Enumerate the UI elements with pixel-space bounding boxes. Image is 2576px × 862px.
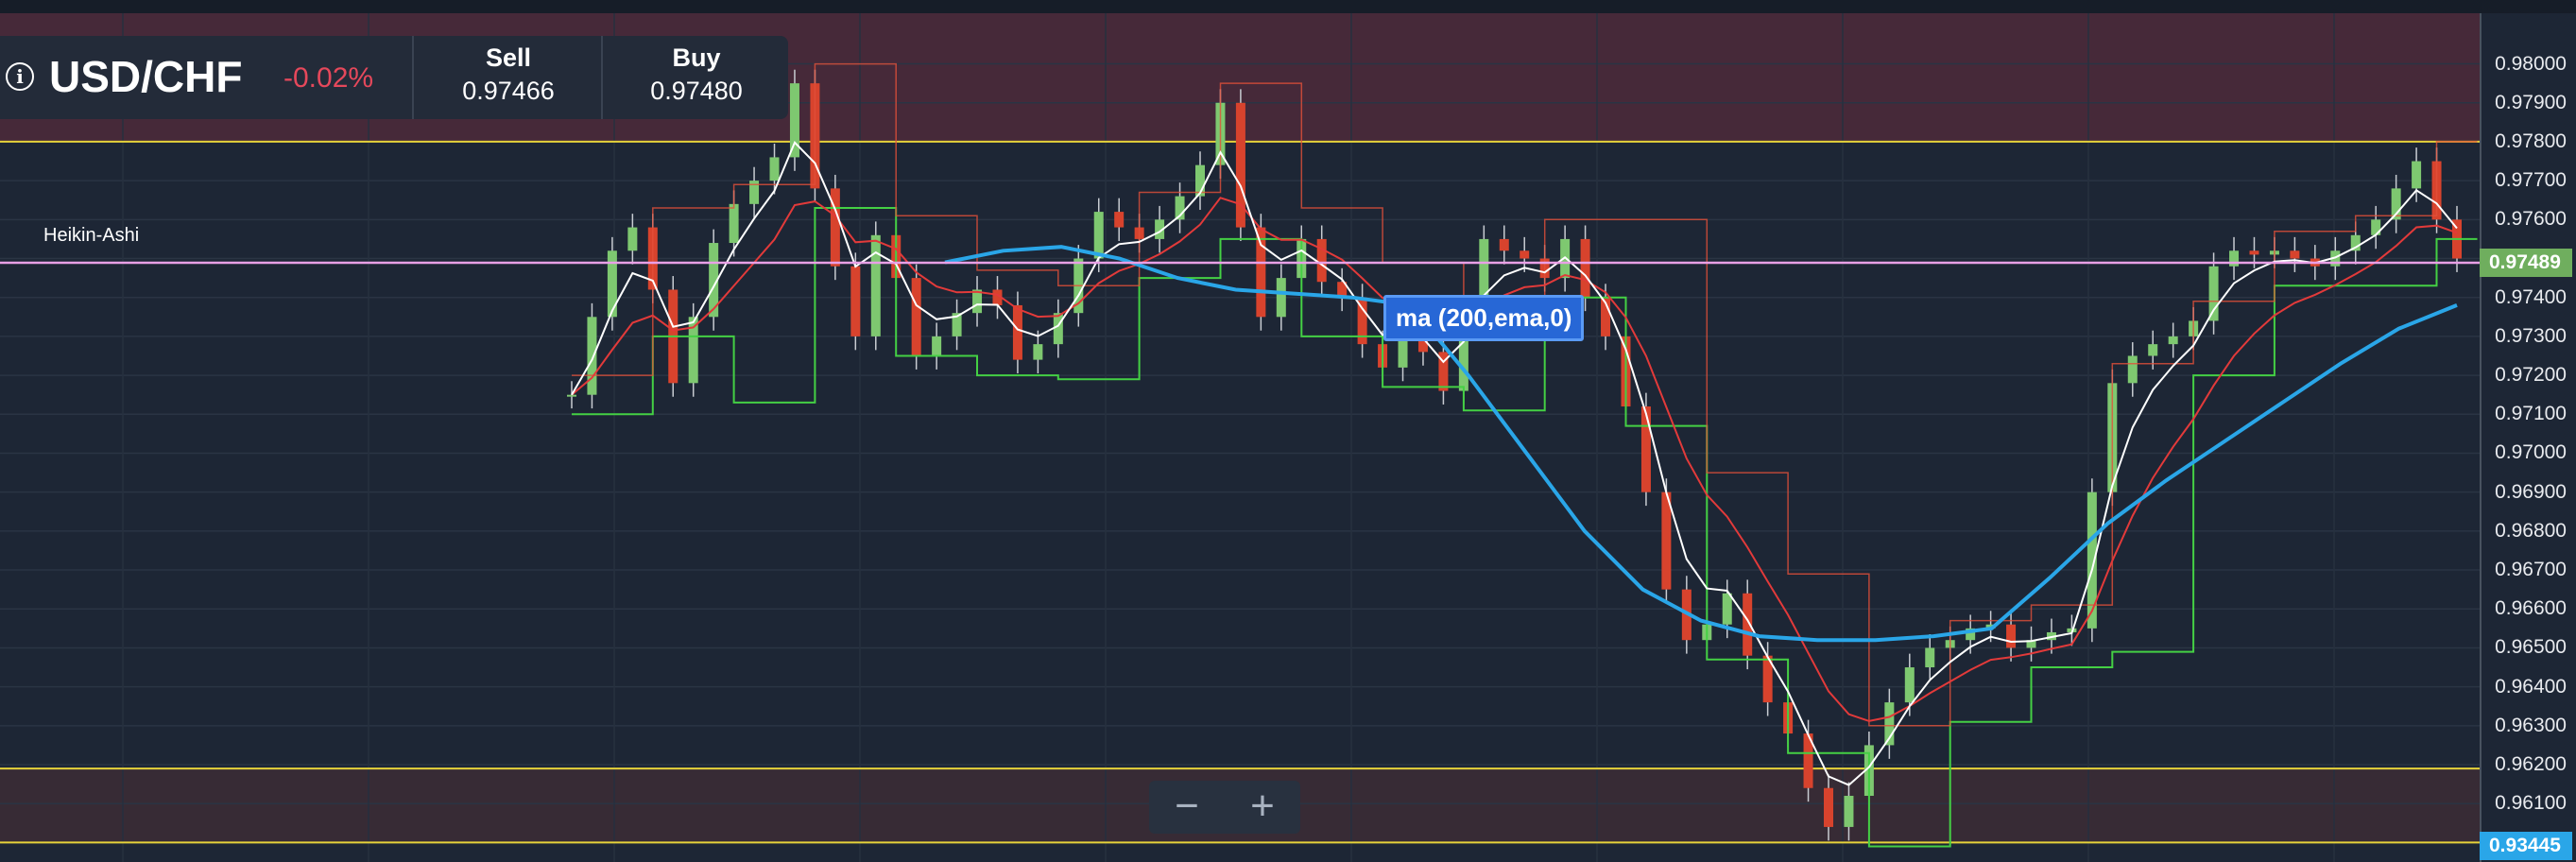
info-icon[interactable]: i (6, 62, 34, 91)
candle (1093, 212, 1104, 259)
candle (1904, 667, 1915, 703)
price-tick-label: 0.96900 (2495, 480, 2567, 503)
price-tick-label: 0.97700 (2495, 169, 2567, 192)
price-tick-label: 0.96500 (2495, 636, 2567, 659)
buy-button[interactable]: Buy 0.97480 (601, 36, 790, 119)
candle (1053, 313, 1063, 345)
candle (1114, 212, 1125, 228)
quote-panel: i USD/CHF -0.02% Sell 0.97466 Buy 0.9748… (0, 36, 788, 119)
price-tick-label: 0.97400 (2495, 285, 2567, 308)
candle (729, 203, 739, 244)
zoom-controls: − + (1149, 781, 1300, 834)
candle (2127, 355, 2138, 384)
candle (2087, 491, 2097, 629)
price-tick-label: 0.97300 (2495, 324, 2567, 347)
candle (932, 336, 942, 356)
buy-label: Buy (672, 43, 721, 72)
zoom-out-button[interactable]: − (1149, 781, 1225, 834)
candle (1256, 227, 1266, 318)
candle (850, 266, 861, 336)
candle (607, 250, 617, 318)
sell-button[interactable]: Sell 0.97466 (412, 36, 603, 119)
candle (2006, 624, 2017, 648)
price-tick-label: 0.97200 (2495, 364, 2567, 387)
price-tick-label: 0.96700 (2495, 559, 2567, 581)
price-tick-label: 0.96200 (2495, 753, 2567, 776)
resistance-step-line (572, 62, 2478, 727)
chart-style-label: Heikin-Ashi (43, 225, 140, 246)
candle (1316, 238, 1327, 283)
price-tick-label: 0.96100 (2495, 792, 2567, 815)
price-axis[interactable]: 0.980000.979000.978000.977000.976000.975… (2480, 13, 2576, 862)
price-tick-label: 0.97900 (2495, 91, 2567, 113)
price-tick-label: 0.96800 (2495, 519, 2567, 542)
ma-indicator-tag[interactable]: ma (200,ema,0) (1383, 295, 1585, 341)
current-price-badge: 0.97489 (2480, 249, 2572, 278)
price-chart[interactable] (0, 0, 2576, 862)
candle (769, 157, 780, 181)
price-tick-label: 0.97800 (2495, 129, 2567, 152)
candle (1276, 278, 1286, 318)
candle (1580, 238, 1590, 298)
price-tick-label: 0.97000 (2495, 441, 2567, 464)
candle (911, 278, 921, 356)
candle (1499, 238, 1509, 251)
candle (2148, 344, 2158, 356)
symbol-title: USD/CHF (49, 52, 243, 101)
candle (2168, 336, 2178, 345)
white-ma-line (571, 141, 2458, 786)
candle (627, 227, 638, 251)
sell-price: 0.97466 (462, 77, 555, 105)
candle (1640, 406, 1651, 492)
buy-price: 0.97480 (650, 77, 743, 105)
candle (1520, 250, 1530, 259)
candle (2208, 266, 2219, 321)
candle (1722, 593, 1732, 625)
candle (2249, 250, 2259, 255)
low-price-badge: 0.93445 (2480, 832, 2572, 860)
price-tick-label: 0.97600 (2495, 208, 2567, 231)
candle (870, 234, 881, 336)
candle (1824, 787, 1833, 827)
candle (1012, 304, 1022, 360)
candle (567, 394, 576, 397)
zoom-in-button[interactable]: + (1225, 781, 1300, 834)
price-tick-label: 0.96400 (2495, 675, 2567, 698)
price-tick-label: 0.96600 (2495, 597, 2567, 620)
price-tick-label: 0.96300 (2495, 714, 2567, 736)
candle (2290, 250, 2300, 259)
price-tick-label: 0.98000 (2495, 52, 2567, 75)
price-change: -0.02% (283, 62, 374, 94)
candle (2412, 161, 2422, 189)
candle (1033, 344, 1043, 360)
candle (1844, 795, 1854, 827)
sell-label: Sell (485, 43, 532, 72)
price-tick-label: 0.97100 (2495, 403, 2567, 425)
candle (587, 317, 597, 395)
candle (1925, 647, 1935, 668)
